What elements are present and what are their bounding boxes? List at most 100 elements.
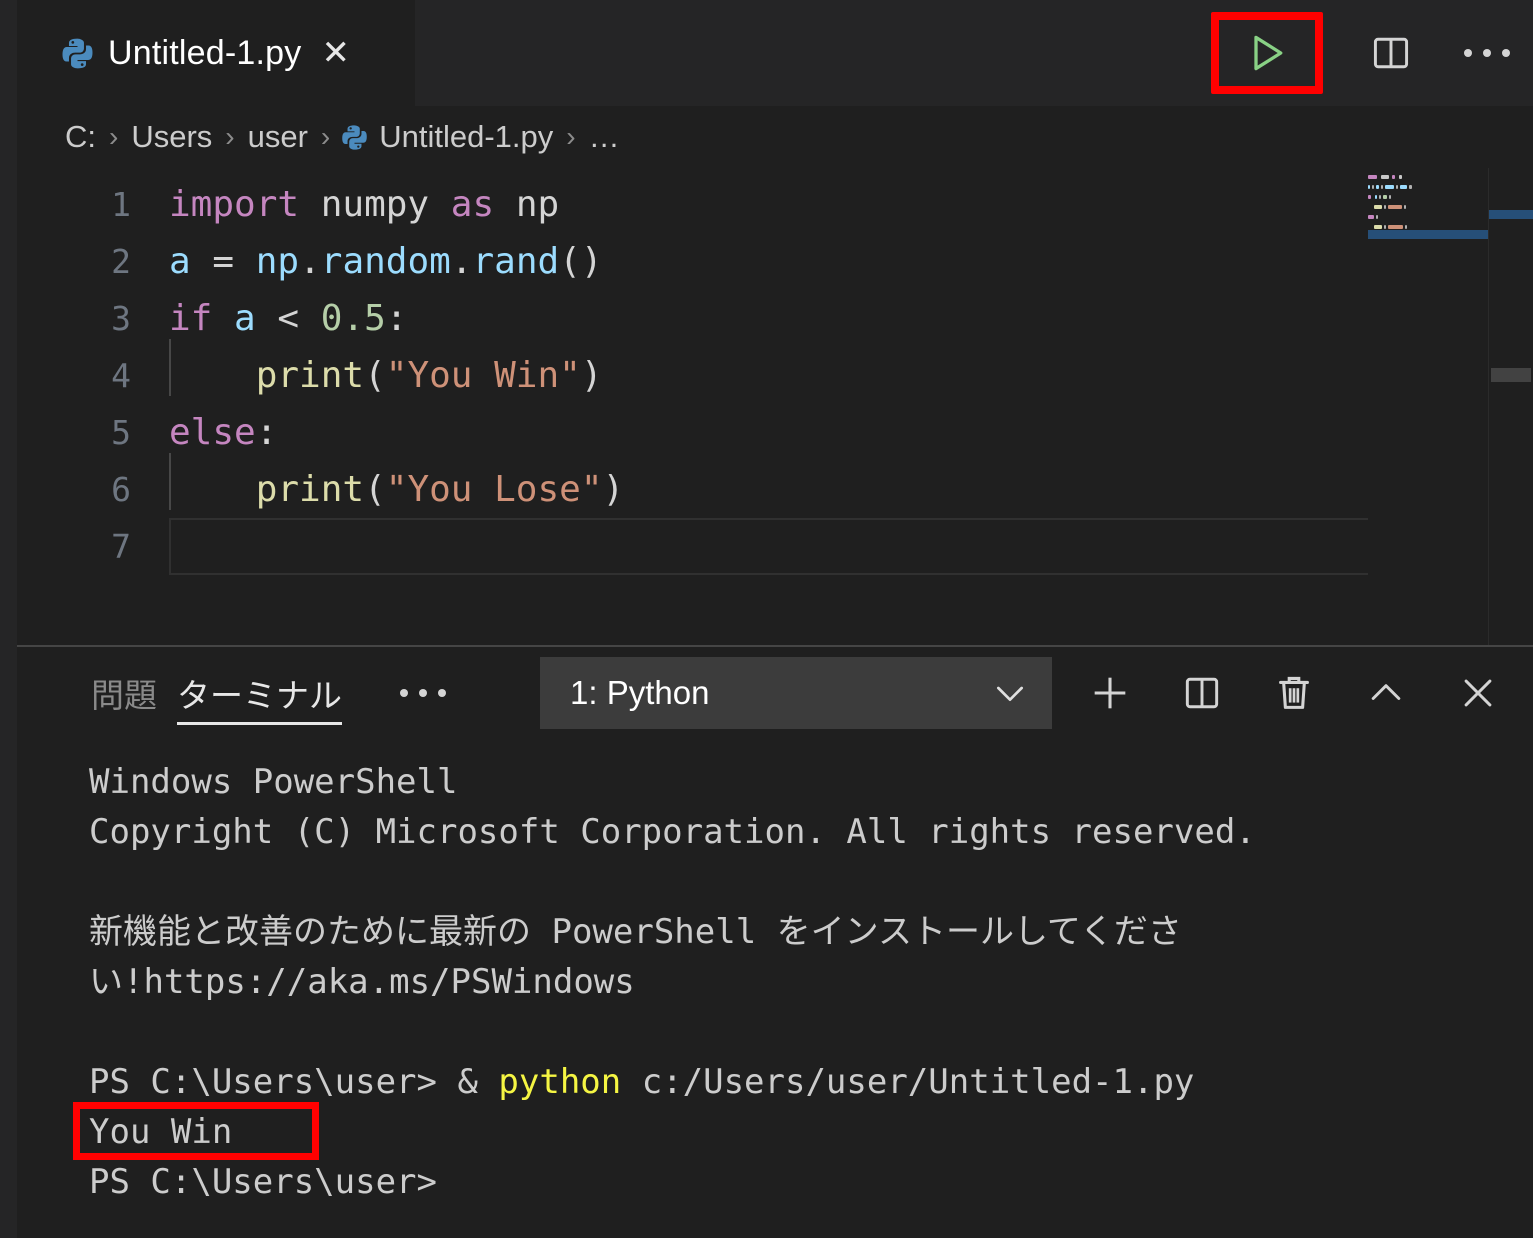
line-content: import numpy as np xyxy=(169,176,1533,233)
panel-more-tabs-button[interactable] xyxy=(390,647,456,739)
code-token: else xyxy=(169,412,256,453)
terminal-output-line: 新機能と改善のために最新の PowerShell をインストールしてください!h… xyxy=(89,912,1182,1002)
code-token: if xyxy=(169,298,213,339)
code-token: ) xyxy=(580,355,603,396)
code-token: : xyxy=(255,412,278,453)
panel-tab-problems[interactable]: 問題 xyxy=(81,647,167,739)
terminal-output[interactable]: Windows PowerShell Copyright (C) Microsof… xyxy=(17,739,1533,1238)
run-python-file-button[interactable] xyxy=(1211,12,1323,94)
minimap-line xyxy=(1368,214,1488,220)
code-token: 0.5 xyxy=(320,298,386,339)
line-number: 2 xyxy=(111,242,131,281)
editor-scrollbar[interactable] xyxy=(1488,168,1533,645)
terminal-instance-select[interactable]: 1: Python xyxy=(540,657,1052,729)
panel-header: 問題 ターミナル 1: Python xyxy=(17,647,1533,739)
breadcrumb-item-0[interactable]: C: xyxy=(63,119,98,155)
maximize-panel-button[interactable] xyxy=(1361,668,1411,718)
code-token: . xyxy=(299,241,321,282)
code-token: print xyxy=(255,355,365,396)
line-content: print("You Lose") xyxy=(169,453,1533,518)
indent-guide xyxy=(169,339,171,396)
breadcrumb-separator: › xyxy=(566,121,576,152)
scrollbar-selection-marker xyxy=(1489,210,1533,219)
code-token: a xyxy=(234,298,256,339)
panel-tab-label: 問題 xyxy=(91,677,157,714)
annotation-box-run xyxy=(1211,12,1323,94)
line-number: 1 xyxy=(111,185,131,224)
python-file-icon xyxy=(61,37,94,70)
python-file-icon xyxy=(341,119,377,155)
breadcrumb-item-2[interactable]: user xyxy=(246,119,310,155)
code-token: ( xyxy=(364,469,386,510)
line-number: 7 xyxy=(111,527,131,566)
terminal-instance-label: 1: Python xyxy=(570,674,710,711)
line-content: else: xyxy=(169,404,1533,461)
close-icon[interactable]: ✕ xyxy=(321,36,350,70)
code-editor[interactable]: 1 import numpy as np 2 a = np.random.rand()… xyxy=(17,168,1533,645)
code-token: random xyxy=(320,241,451,282)
code-token: . xyxy=(450,241,473,282)
code-line[interactable]: 3 if a < 0.5: xyxy=(17,290,1533,347)
more-actions-button[interactable] xyxy=(1459,25,1515,81)
terminal-output-line: Windows PowerShell xyxy=(89,762,458,802)
split-editor-right-button[interactable] xyxy=(1363,25,1419,81)
line-content: if a < 0.5: xyxy=(169,290,1533,347)
breadcrumb-separator: › xyxy=(109,121,119,152)
terminal-prompt: PS C:\Users\user> & xyxy=(89,1062,499,1102)
code-token: ( xyxy=(364,355,386,396)
breadcrumb: C: › Users › user › Untitled-1.py › … xyxy=(17,106,1533,168)
code-line[interactable]: 4 print("You Win") xyxy=(17,339,1533,404)
code-token: () xyxy=(559,241,603,282)
scrollbar-thumb[interactable] xyxy=(1491,368,1531,382)
annotation-box-output xyxy=(73,1102,319,1160)
minimap-selection xyxy=(1368,230,1488,239)
code-token: numpy xyxy=(320,184,430,225)
terminal-command-line: PS C:\Users\user> & python c:/Users/user… xyxy=(89,1057,1533,1107)
terminal-command-args: c:/Users/user/Untitled-1.py xyxy=(621,1062,1195,1102)
code-token: "You Lose" xyxy=(385,469,603,510)
line-number: 3 xyxy=(111,299,131,338)
breadcrumb-item-1[interactable]: Users xyxy=(129,119,214,155)
line-number: 5 xyxy=(111,413,131,452)
terminal-output-line: PS C:\Users\user> xyxy=(89,1162,437,1202)
editor-tab-untitled-1[interactable]: Untitled-1.py ✕ xyxy=(17,0,415,106)
panel-tab-terminal[interactable]: ターミナル xyxy=(167,647,352,739)
terminal-command-name: python xyxy=(498,1062,622,1102)
code-line[interactable]: 7 xyxy=(17,518,1533,575)
terminal-output-line: Copyright (C) Microsoft Corporation. All… xyxy=(89,812,1256,852)
code-line[interactable]: 6 print("You Lose") xyxy=(17,453,1533,518)
code-line[interactable]: 1 import numpy as np xyxy=(17,176,1533,233)
code-line[interactable]: 2 a = np.random.rand() xyxy=(17,233,1533,290)
trash-icon xyxy=(1279,676,1309,709)
minimap-line xyxy=(1368,204,1488,210)
indent-guide xyxy=(169,453,171,510)
ellipsis-icon xyxy=(400,689,446,697)
code-token: ) xyxy=(602,469,625,510)
editor-actions-toolbar xyxy=(1211,0,1515,106)
editor-minimap[interactable] xyxy=(1368,168,1488,645)
split-terminal-button[interactable] xyxy=(1177,668,1227,718)
code-token: print xyxy=(255,469,365,510)
panel-tab-label: ターミナル xyxy=(177,677,342,714)
code-line[interactable]: 5 else: xyxy=(17,404,1533,461)
editor-tab-bar: Untitled-1.py ✕ xyxy=(17,0,1533,106)
breadcrumb-item-3[interactable]: Untitled-1.py xyxy=(377,119,555,155)
code-lines[interactable]: 1 import numpy as np 2 a = np.random.rand()… xyxy=(17,176,1533,575)
split-editor-icon xyxy=(1373,37,1409,69)
terminal-output-line-highlighted: You Win xyxy=(73,1102,1533,1160)
code-token: "You Win" xyxy=(385,355,581,396)
line-content: print("You Win") xyxy=(169,339,1533,404)
new-terminal-button[interactable] xyxy=(1085,668,1135,718)
line-content: a = np.random.rand() xyxy=(169,233,1533,290)
activity-bar-strip xyxy=(0,0,17,1238)
bottom-panel: 問題 ターミナル 1: Python Windows PowerShell Co… xyxy=(17,647,1533,1238)
chevron-down-icon xyxy=(997,686,1023,701)
breadcrumb-item-4[interactable]: … xyxy=(587,119,622,155)
close-panel-button[interactable] xyxy=(1453,668,1503,718)
code-token: np xyxy=(255,241,300,282)
code-token: = xyxy=(190,241,256,282)
kill-terminal-button[interactable] xyxy=(1269,668,1319,718)
